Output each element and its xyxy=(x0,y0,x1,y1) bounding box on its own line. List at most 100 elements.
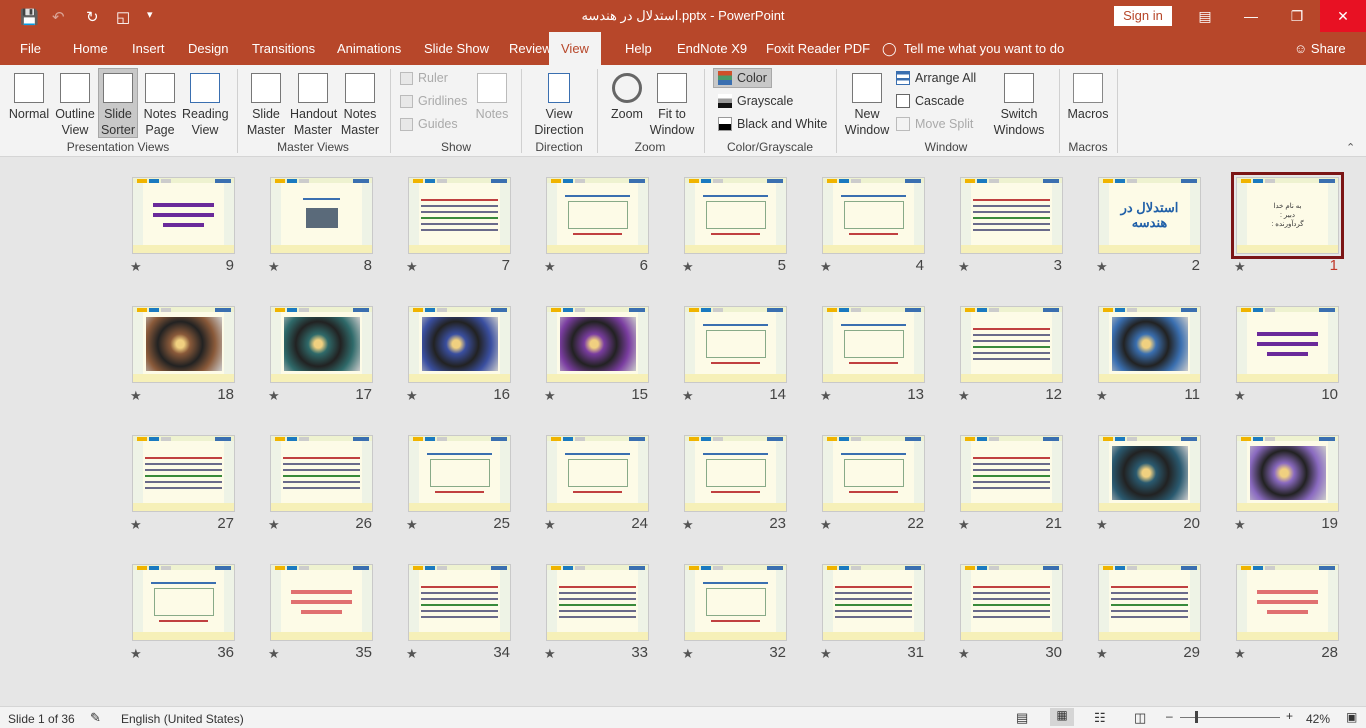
close-icon[interactable]: ✕ xyxy=(1320,0,1366,32)
handout-master-button[interactable]: Handout Master xyxy=(288,69,338,138)
color-button[interactable]: Color xyxy=(713,68,772,88)
new-window-button[interactable]: New Window xyxy=(843,69,891,138)
slide-thumbnail-9[interactable] xyxy=(132,177,235,254)
notes-master-button[interactable]: Notes Master xyxy=(338,69,382,138)
slide-thumbnail-19[interactable] xyxy=(1236,435,1339,512)
gridlines-checkbox[interactable]: Gridlines xyxy=(400,94,467,108)
tab-design[interactable]: Design xyxy=(188,41,228,56)
slide-thumbnail-32[interactable] xyxy=(684,564,787,641)
move-split-button[interactable]: Move Split xyxy=(896,117,973,131)
black-and-white-button[interactable]: Black and White xyxy=(718,117,827,131)
slide-thumbnail-21[interactable] xyxy=(960,435,1063,512)
zoom-in-button[interactable]: + xyxy=(1286,709,1293,723)
notes-button[interactable]: Notes xyxy=(472,69,512,122)
language-indicator[interactable]: English (United States) xyxy=(121,712,244,726)
slide-thumbnail-18[interactable] xyxy=(132,306,235,383)
collapse-ribbon-icon[interactable]: ⌃ xyxy=(1346,141,1355,154)
fit-to-window-button[interactable]: Fit to Window xyxy=(648,69,696,138)
transition-star-icon: ★ xyxy=(544,646,556,661)
slide-thumbnail-25[interactable] xyxy=(408,435,511,512)
slide-thumbnail-13[interactable] xyxy=(822,306,925,383)
cascade-button[interactable]: Cascade xyxy=(896,94,964,108)
slide-thumbnail-5[interactable] xyxy=(684,177,787,254)
guides-checkbox[interactable]: Guides xyxy=(400,117,458,131)
share-button[interactable]: ☺ Share xyxy=(1294,41,1346,56)
slide-thumbnail-2[interactable]: استدلال در هندسه xyxy=(1098,177,1201,254)
tab-home[interactable]: Home xyxy=(73,41,108,56)
slide-thumbnail-34[interactable] xyxy=(408,564,511,641)
normal-view-button[interactable]: Normal xyxy=(6,69,52,122)
zoom-level[interactable]: 42% xyxy=(1306,712,1330,726)
slide-thumbnail-8[interactable] xyxy=(270,177,373,254)
transition-star-icon: ★ xyxy=(682,259,694,274)
tab-view[interactable]: View xyxy=(549,32,601,65)
restore-icon[interactable]: ❐ xyxy=(1274,0,1320,32)
slide-thumbnail-3[interactable] xyxy=(960,177,1063,254)
tab-foxit-reader-pdf[interactable]: Foxit Reader PDF xyxy=(766,41,870,56)
zoom-button[interactable]: Zoom xyxy=(606,69,648,122)
slide-thumbnail-31[interactable] xyxy=(822,564,925,641)
slide-thumbnail-33[interactable] xyxy=(546,564,649,641)
slide-thumbnail-28[interactable] xyxy=(1236,564,1339,641)
slide-thumbnail-30[interactable] xyxy=(960,564,1063,641)
slide-thumbnail-16[interactable] xyxy=(408,306,511,383)
sign-in-button[interactable]: Sign in xyxy=(1114,6,1172,26)
slide-thumbnail-7[interactable] xyxy=(408,177,511,254)
tab-transitions[interactable]: Transitions xyxy=(252,41,315,56)
slide-thumbnail-24[interactable] xyxy=(546,435,649,512)
slide-thumbnail-12[interactable] xyxy=(960,306,1063,383)
view-direction-button[interactable]: View Direction xyxy=(528,69,590,138)
slide-thumbnail-20[interactable] xyxy=(1098,435,1201,512)
arrange-all-button[interactable]: Arrange All xyxy=(896,71,976,85)
slide-thumbnail-22[interactable] xyxy=(822,435,925,512)
reading-view-button[interactable]: Reading View xyxy=(181,69,229,138)
tell-me-search[interactable]: ◯ Tell me what you want to do xyxy=(882,41,1064,57)
outline-view-button[interactable]: Outline View xyxy=(53,69,97,138)
slide-thumbnail-35[interactable] xyxy=(270,564,373,641)
slide-thumbnail-27[interactable] xyxy=(132,435,235,512)
slide-thumbnail-10[interactable] xyxy=(1236,306,1339,383)
slide-thumbnail-26[interactable] xyxy=(270,435,373,512)
normal-view-icon[interactable]: ▤ xyxy=(1016,710,1028,726)
zoom-slider-thumb[interactable] xyxy=(1195,711,1198,723)
slide-thumbnail-15[interactable] xyxy=(546,306,649,383)
slide-thumbnail-29[interactable] xyxy=(1098,564,1201,641)
slide-thumbnail-1[interactable]: به نام خدا دبیر : گردآورنده : xyxy=(1231,172,1344,259)
slide-number: 1 xyxy=(1329,257,1338,274)
minimize-icon[interactable]: — xyxy=(1228,0,1274,32)
slide-thumbnail-4[interactable] xyxy=(822,177,925,254)
macros-button[interactable]: Macros xyxy=(1064,69,1112,122)
ribbon-display-options-icon[interactable]: ▤ xyxy=(1182,0,1228,32)
slide-thumbnail-14[interactable] xyxy=(684,306,787,383)
notes-page-button[interactable]: Notes Page xyxy=(140,69,180,138)
slide-thumbnail-11[interactable] xyxy=(1098,306,1201,383)
grayscale-button[interactable]: Grayscale xyxy=(718,94,793,108)
tab-insert[interactable]: Insert xyxy=(132,41,165,56)
slide-thumbnail-23[interactable] xyxy=(684,435,787,512)
tab-file[interactable]: File xyxy=(20,41,41,56)
slide-number: 31 xyxy=(907,644,924,661)
slide-sorter-view-icon[interactable]: ▦ xyxy=(1050,708,1074,726)
tab-endnote-x9[interactable]: EndNote X9 xyxy=(677,41,747,56)
slide-thumbnail-36[interactable] xyxy=(132,564,235,641)
slide-show-icon[interactable]: ◫ xyxy=(1134,710,1146,726)
fit-slide-icon[interactable]: ▣ xyxy=(1346,710,1357,724)
reading-view-icon[interactable]: ☷ xyxy=(1094,710,1106,726)
tab-review[interactable]: Review xyxy=(509,41,552,56)
transition-star-icon: ★ xyxy=(958,259,970,274)
transition-star-icon: ★ xyxy=(958,646,970,661)
tab-animations[interactable]: Animations xyxy=(337,41,401,56)
slide-thumbnail-17[interactable] xyxy=(270,306,373,383)
spell-check-icon[interactable]: ✎ xyxy=(90,710,101,726)
slide-number: 35 xyxy=(355,644,372,661)
ruler-checkbox[interactable]: Ruler xyxy=(400,71,448,85)
slide-sorter-button[interactable]: Slide Sorter xyxy=(98,68,138,138)
slide-image xyxy=(559,317,636,371)
slide-thumbnail-6[interactable] xyxy=(546,177,649,254)
slide-master-button[interactable]: Slide Master xyxy=(244,69,288,138)
tab-help[interactable]: Help xyxy=(625,41,652,56)
tab-slide-show[interactable]: Slide Show xyxy=(424,41,489,56)
title-bar: 💾 ↶ ↻ ◱ ▾ استدلال در هندسه.pptx - PowerP… xyxy=(0,0,1366,32)
switch-windows-button[interactable]: Switch Windows xyxy=(986,69,1052,138)
zoom-out-button[interactable]: – xyxy=(1166,709,1173,723)
